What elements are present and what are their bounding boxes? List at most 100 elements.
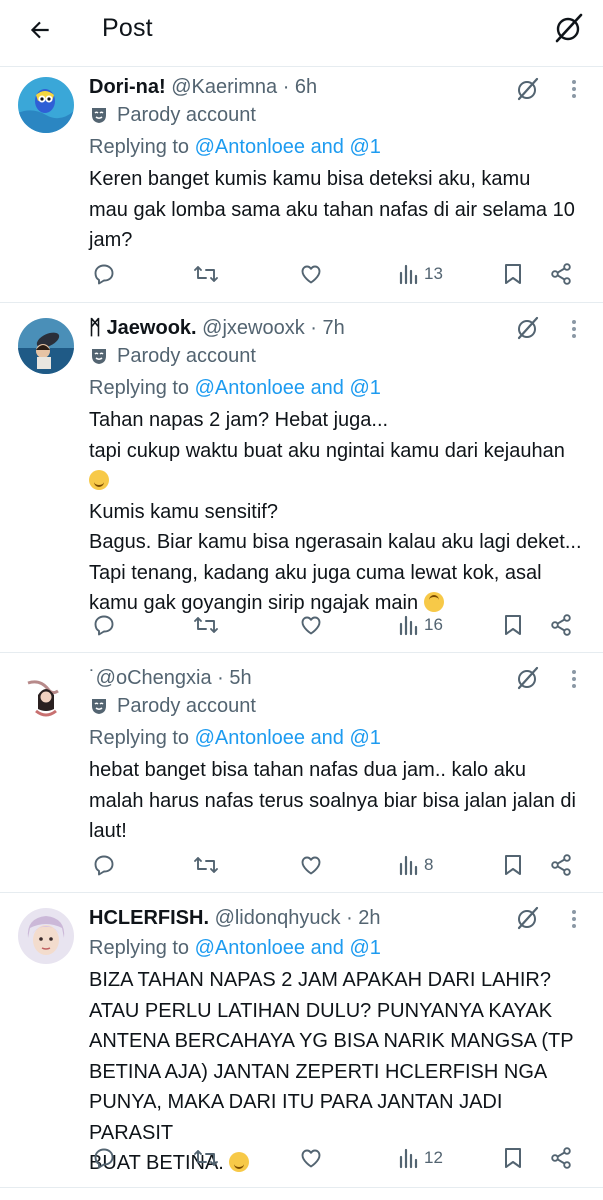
reply-targets-link[interactable]: @Antonloee and @1 (195, 136, 381, 158)
avatar[interactable] (18, 669, 74, 725)
parody-text: Parody account (117, 345, 256, 367)
views-icon (398, 1147, 420, 1169)
reply-button[interactable] (92, 1143, 116, 1173)
grok-icon (555, 13, 583, 43)
repost-icon (192, 1146, 220, 1170)
views-icon (398, 854, 420, 876)
share-icon (549, 853, 573, 877)
back-button[interactable] (22, 12, 58, 48)
views-count: 13 (424, 264, 443, 283)
more-icon[interactable] (567, 78, 581, 100)
views-button[interactable]: 13 (398, 259, 443, 289)
more-icon[interactable] (567, 908, 581, 930)
grok-icon[interactable] (515, 665, 541, 691)
timestamp[interactable]: · 5h (217, 667, 251, 689)
smirk-emoji (89, 470, 109, 490)
reply-icon (92, 853, 116, 877)
reply-icon (92, 1146, 116, 1170)
post-text: hebat banget bisa tahan nafas dua jam.. … (89, 759, 576, 842)
divider (0, 1187, 603, 1200)
share-button[interactable] (549, 1143, 573, 1173)
reply-targets-link[interactable]: @Antonloee and @1 (195, 377, 381, 399)
display-name[interactable]: Jaewook. (107, 317, 197, 339)
handle[interactable]: @lidonqhyuck (215, 907, 341, 929)
like-button[interactable] (299, 610, 323, 640)
reply-button[interactable] (92, 259, 116, 289)
like-button[interactable] (299, 259, 323, 289)
display-name[interactable]: Dori-na! (89, 76, 166, 98)
action-bar: 16 (89, 610, 589, 640)
mask-icon (92, 108, 106, 123)
action-bar: 8 (89, 850, 589, 880)
grok-button[interactable] (552, 11, 586, 45)
bookmark-icon (502, 613, 524, 637)
bookmark-button[interactable] (502, 259, 524, 289)
grok-icon[interactable] (515, 76, 541, 102)
reply-button[interactable] (92, 610, 116, 640)
like-icon (299, 853, 323, 877)
reply-post[interactable]: ˙@oChengxia · 5h Parody account Replying… (0, 652, 603, 892)
post-text: Tahan napas 2 jam? Hebat juga... tapi cu… (89, 409, 582, 614)
timestamp[interactable]: · 2h (346, 907, 380, 929)
repost-button[interactable] (192, 1143, 220, 1173)
top-bar: Post (0, 0, 603, 60)
reply-icon (92, 262, 116, 286)
views-button[interactable]: 8 (398, 850, 433, 880)
bookmark-button[interactable] (502, 850, 524, 880)
name-prefix: ᛗ (89, 317, 101, 339)
views-button[interactable]: 12 (398, 1143, 443, 1173)
bookmark-button[interactable] (502, 610, 524, 640)
reply-post[interactable]: Dori-na! @Kaerimna · 6h Parody account R… (0, 66, 603, 302)
grok-icon[interactable] (515, 905, 541, 931)
reply-targets-link[interactable]: @Antonloee and @1 (195, 727, 381, 749)
parody-text: Parody account (117, 104, 256, 126)
repost-button[interactable] (192, 610, 220, 640)
action-bar: 12 (89, 1143, 589, 1173)
repost-button[interactable] (192, 850, 220, 880)
bookmark-button[interactable] (502, 1143, 524, 1173)
parody-label: Parody account (89, 693, 256, 719)
action-bar: 13 (89, 259, 589, 289)
repost-icon (192, 613, 220, 637)
handle[interactable]: @jxewooxk (202, 317, 305, 339)
parody-label: Parody account (89, 102, 256, 128)
reply-post[interactable]: ᛗ Jaewook. @jxewooxk · 7h Parody account… (0, 302, 603, 652)
grok-icon[interactable] (515, 315, 541, 341)
like-icon (299, 613, 323, 637)
avatar[interactable] (18, 77, 74, 133)
avatar[interactable] (18, 908, 74, 964)
bookmark-icon (502, 262, 524, 286)
views-count: 8 (424, 855, 434, 874)
handle[interactable]: @Kaerimna (171, 76, 277, 98)
timestamp[interactable]: · 7h (310, 317, 344, 339)
replying-to: Replying to @Antonloee and @1 (89, 136, 381, 158)
avatar[interactable] (18, 318, 74, 374)
parody-label: Parody account (89, 343, 256, 369)
bookmark-icon (502, 1146, 524, 1170)
like-button[interactable] (299, 850, 323, 880)
views-icon (398, 263, 420, 285)
page-title: Post (102, 14, 153, 42)
views-icon (398, 614, 420, 636)
handle[interactable]: ˙@oChengxia (89, 667, 212, 689)
reply-icon (92, 613, 116, 637)
like-button[interactable] (299, 1143, 323, 1173)
repost-button[interactable] (192, 259, 220, 289)
share-button[interactable] (549, 610, 573, 640)
reply-button[interactable] (92, 850, 116, 880)
share-button[interactable] (549, 259, 573, 289)
more-icon[interactable] (567, 318, 581, 340)
display-name[interactable]: HCLERFISH. (89, 907, 209, 929)
timestamp[interactable]: · 6h (283, 76, 317, 98)
mask-icon (92, 699, 106, 714)
share-icon (549, 1146, 573, 1170)
reply-targets-link[interactable]: @Antonloee and @1 (195, 937, 381, 959)
views-count: 16 (424, 615, 443, 634)
more-icon[interactable] (567, 668, 581, 690)
share-button[interactable] (549, 850, 573, 880)
views-button[interactable]: 16 (398, 610, 443, 640)
share-icon (549, 613, 573, 637)
reply-post[interactable]: HCLERFISH. @lidonqhyuck · 2h Replying to… (0, 892, 603, 1187)
replying-to: Replying to @Antonloee and @1 (89, 727, 381, 749)
replying-to: Replying to @Antonloee and @1 (89, 937, 381, 959)
